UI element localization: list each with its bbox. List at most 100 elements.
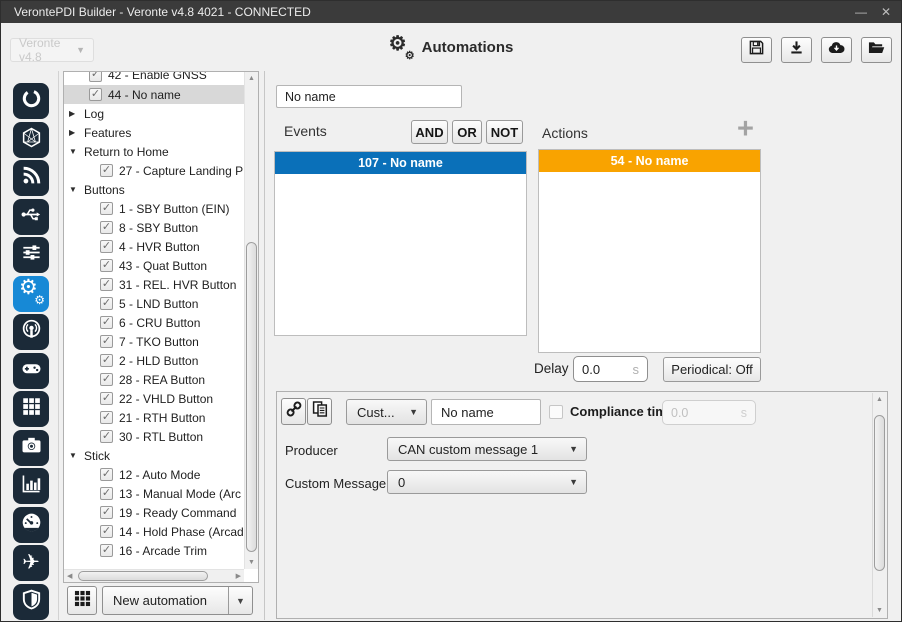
scroll-down-icon[interactable]: ▼ (245, 559, 258, 566)
close-button[interactable]: ✕ (881, 5, 891, 19)
tree-item[interactable]: ✓22 - VHLD Button (64, 389, 244, 408)
tree-group-log[interactable]: ▶Log (64, 104, 244, 123)
add-action-icon[interactable]: + (737, 115, 754, 144)
tree-item-checkbox[interactable]: ✓ (100, 221, 113, 234)
tree-item-checkbox[interactable]: ✓ (100, 297, 113, 310)
tree-item[interactable]: ✓28 - REA Button (64, 370, 244, 389)
tree-hscroll-thumb[interactable] (78, 571, 208, 581)
tree-group-buttons[interactable]: ▼Buttons (64, 180, 244, 199)
tree-item-checkbox[interactable]: ✓ (100, 202, 113, 215)
import-button[interactable] (781, 37, 812, 63)
tree-item-checkbox[interactable]: ✓ (100, 354, 113, 367)
tree-horizontal-scrollbar[interactable]: ◀ ▶ (64, 569, 244, 582)
tree-item[interactable]: ✓4 - HVR Button (64, 237, 244, 256)
tree-item-checkbox[interactable]: ✓ (100, 259, 113, 272)
not-button[interactable]: NOT (486, 120, 523, 144)
tree-item[interactable]: ✓30 - RTL Button (64, 427, 244, 446)
sidebar-item-camera[interactable] (13, 430, 49, 466)
sidebar-item-hexagon-mesh[interactable] (13, 122, 49, 158)
tree-group-features[interactable]: ▶Features (64, 123, 244, 142)
scroll-right-icon[interactable]: ▶ (236, 573, 241, 580)
scroll-down-icon[interactable]: ▼ (873, 607, 886, 614)
tree-item[interactable]: ✓21 - RTH Button (64, 408, 244, 427)
tree-item-checkbox[interactable]: ✓ (100, 411, 113, 424)
action-item[interactable]: 54 - No name (539, 150, 760, 172)
tree-group-stick[interactable]: ▼Stick (64, 446, 244, 465)
device-version-dropdown[interactable]: Veronte v4.8 ▼ (10, 38, 94, 62)
open-button[interactable] (861, 37, 892, 63)
tree-item[interactable]: ✓31 - REL. HVR Button (64, 275, 244, 294)
chevron-collapsed-icon[interactable]: ▶ (69, 128, 79, 137)
tree-item[interactable]: ✓43 - Quat Button (64, 256, 244, 275)
tree-item[interactable]: ✓1 - SBY Button (EIN) (64, 199, 244, 218)
tree-item[interactable]: ✓44 - No name (64, 85, 244, 104)
tree-item-checkbox[interactable]: ✓ (100, 335, 113, 348)
minimize-button[interactable]: — (855, 5, 867, 19)
sidebar-item-gauge[interactable] (13, 507, 49, 543)
tree-item-checkbox[interactable]: ✓ (89, 72, 102, 82)
sidebar-item-sliders[interactable] (13, 237, 49, 273)
compliance-time-checkbox[interactable] (549, 405, 563, 419)
tree-item-checkbox[interactable]: ✓ (100, 506, 113, 519)
tree-item-checkbox[interactable]: ✓ (100, 373, 113, 386)
chevron-expanded-icon[interactable]: ▼ (69, 451, 79, 460)
tree-item-checkbox[interactable]: ✓ (100, 392, 113, 405)
editor-vertical-scrollbar[interactable]: ▲ ▼ (872, 393, 886, 617)
tree-item[interactable]: ✓6 - CRU Button (64, 313, 244, 332)
sidebar-item-ring[interactable] (13, 83, 49, 119)
chevron-expanded-icon[interactable]: ▼ (69, 185, 79, 194)
tree-group-return-to-home[interactable]: ▼Return to Home (64, 142, 244, 161)
tree-item[interactable]: ✓42 - Enable GNSS (64, 72, 244, 85)
sidebar-item-podcast[interactable] (13, 314, 49, 350)
new-automation-button[interactable]: New automation ▼ (102, 586, 253, 615)
tree-vscroll-thumb[interactable] (246, 242, 257, 552)
tree-item[interactable]: ✓12 - Auto Mode (64, 465, 244, 484)
sidebar-item-gears[interactable]: ⚙⚙ (13, 276, 49, 312)
tree-item-checkbox[interactable]: ✓ (89, 88, 102, 101)
event-item[interactable]: 107 - No name (275, 152, 526, 174)
tree-item-checkbox[interactable]: ✓ (100, 468, 113, 481)
delay-input[interactable]: 0.0 s (573, 356, 648, 382)
tree-item-checkbox[interactable]: ✓ (100, 278, 113, 291)
save-button[interactable] (741, 37, 772, 63)
action-name-input[interactable]: No name (431, 399, 541, 425)
and-button[interactable]: AND (411, 120, 448, 144)
sidebar-item-bar-chart[interactable] (13, 468, 49, 504)
tree-item[interactable]: ✓5 - LND Button (64, 294, 244, 313)
titlebar[interactable]: VerontePDI Builder - Veronte v4.8 4021 -… (1, 1, 901, 23)
tree-item-checkbox[interactable]: ✓ (100, 525, 113, 538)
scroll-up-icon[interactable]: ▲ (245, 75, 258, 82)
tree-vertical-scrollbar[interactable]: ▲ ▼ (244, 72, 258, 569)
automation-name-input[interactable]: No name (276, 85, 462, 108)
tree-item-checkbox[interactable]: ✓ (100, 487, 113, 500)
or-button[interactable]: OR (452, 120, 482, 144)
tree-item-checkbox[interactable]: ✓ (100, 164, 113, 177)
tree-item[interactable]: ✓14 - Hold Phase (Arcad (64, 522, 244, 541)
automation-grid-view-button[interactable] (67, 586, 97, 615)
tree-item-checkbox[interactable]: ✓ (100, 544, 113, 557)
sidebar-item-grid[interactable] (13, 391, 49, 427)
tree-item[interactable]: ✓7 - TKO Button (64, 332, 244, 351)
chevron-expanded-icon[interactable]: ▼ (69, 147, 79, 156)
sidebar-item-gamepad[interactable] (13, 353, 49, 389)
tree-item[interactable]: ✓13 - Manual Mode (Arc (64, 484, 244, 503)
tree-item[interactable]: ✓16 - Arcade Trim (64, 541, 244, 560)
new-automation-dropdown[interactable]: ▼ (228, 587, 252, 614)
tree-item-checkbox[interactable]: ✓ (100, 316, 113, 329)
sidebar-item-rss[interactable] (13, 160, 49, 196)
chevron-collapsed-icon[interactable]: ▶ (69, 109, 79, 118)
link-button[interactable] (281, 398, 306, 425)
scroll-up-icon[interactable]: ▲ (873, 396, 886, 403)
producer-dropdown[interactable]: CAN custom message 1 ▼ (387, 437, 587, 461)
action-type-dropdown[interactable]: Cust... ▼ (346, 399, 427, 425)
sidebar-item-shield[interactable] (13, 584, 49, 620)
scroll-left-icon[interactable]: ◀ (67, 573, 72, 580)
copy-button[interactable] (307, 398, 332, 425)
tree-item[interactable]: ✓2 - HLD Button (64, 351, 244, 370)
tree-item[interactable]: ✓8 - SBY Button (64, 218, 244, 237)
tree-item-checkbox[interactable]: ✓ (100, 430, 113, 443)
periodical-toggle-button[interactable]: Periodical: Off (663, 357, 761, 382)
cloud-download-button[interactable] (821, 37, 852, 63)
tree-item[interactable]: ✓27 - Capture Landing P (64, 161, 244, 180)
sidebar-item-plane[interactable]: ✈ (13, 545, 49, 581)
